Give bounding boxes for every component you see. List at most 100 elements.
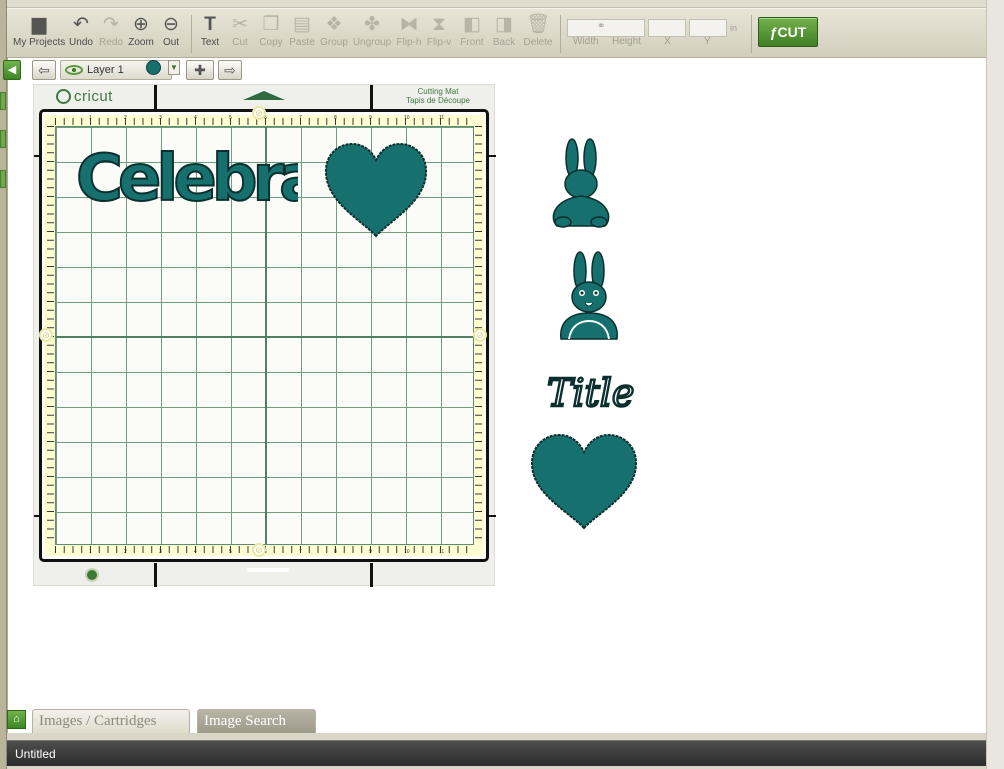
next-mat-button[interactable]: ⇨	[218, 60, 242, 80]
cut-tool-button[interactable]: ✂ Cut	[227, 13, 253, 55]
mat-handle-bottom[interactable]: ⊘	[252, 543, 266, 557]
layer-dropdown-button[interactable]: ▼	[168, 60, 180, 75]
flip-horizontal-button[interactable]: ⧓ Flip-h	[395, 13, 423, 55]
mat-handle-top[interactable]: ⊘	[252, 106, 266, 120]
mat-slot	[247, 568, 289, 572]
send-back-icon: ◨	[495, 14, 513, 35]
arrow-left-icon: ⇦	[38, 62, 50, 78]
layer-bar: ◀ ⇦ Layer 1 ▼ ✚ ⇨	[3, 58, 258, 82]
group-button[interactable]: ❖ Group	[319, 13, 349, 55]
svg-text:Title: Title	[547, 371, 634, 415]
project-title: Untitled	[15, 747, 56, 761]
knife-icon: ƒ	[769, 24, 778, 40]
x-label: X	[664, 36, 671, 47]
paste-icon: ▤	[293, 14, 311, 35]
bring-front-icon: ◧	[463, 14, 481, 35]
zoom-in-button[interactable]: ⊕ Zoom	[127, 13, 155, 55]
ruler-number: 11	[439, 115, 445, 121]
cut-button[interactable]: ƒCUT	[758, 17, 818, 47]
add-layer-button[interactable]: ✚	[186, 60, 214, 80]
grid-center-line	[56, 336, 473, 338]
width-height-field[interactable]	[567, 19, 645, 37]
collapse-panel-button[interactable]: ◀	[3, 60, 21, 80]
side-tab-2[interactable]	[0, 130, 6, 148]
side-tab-3[interactable]	[0, 170, 6, 188]
my-projects-button[interactable]: ▆ My Projects	[13, 13, 65, 55]
zoom-in-icon: ⊕	[133, 14, 149, 35]
redo-button[interactable]: ↷ Redo	[97, 13, 125, 55]
folder-icon: ▆	[31, 14, 47, 35]
mat-direction-arrow-icon	[243, 91, 285, 100]
ruler-number: 3	[159, 115, 162, 121]
main-toolbar: ▆ My Projects ↶ Undo ↷ Redo ⊕ Zoom ⊖ Out…	[7, 8, 986, 58]
toolbar-divider	[560, 15, 561, 53]
bring-front-button[interactable]: ◧ Front	[457, 13, 487, 55]
right-scrollbar[interactable]	[986, 0, 1004, 769]
window-top-edge	[7, 0, 986, 8]
scalloped-heart-shape[interactable]	[529, 432, 639, 532]
title-text-shape[interactable]: Title	[545, 366, 637, 416]
home-button[interactable]: ⌂	[7, 710, 26, 729]
bunny-back-shape[interactable]	[545, 138, 617, 230]
undo-icon: ↶	[73, 14, 89, 35]
copy-icon: ❐	[262, 14, 280, 35]
ruler-number: 2	[124, 549, 127, 555]
tab-images-cartridges[interactable]: Images / Cartridges	[32, 709, 190, 733]
delete-button[interactable]: 🗑 Delete	[523, 13, 553, 55]
bottom-tab-bar: ⌂ Images / Cartridges Image Search	[7, 707, 986, 733]
bunny-front-shape[interactable]	[555, 251, 627, 343]
width-label: Width	[573, 36, 599, 47]
celebrate-text-shape[interactable]: Celebrate	[74, 134, 298, 210]
unit-label: in	[730, 23, 738, 33]
mat-edge-mark	[488, 155, 496, 157]
side-tab-1[interactable]	[0, 92, 6, 110]
zoom-out-icon: ⊖	[163, 14, 179, 35]
layer-color-swatch[interactable]	[146, 60, 161, 75]
mat-title: Cutting Mat Tapis de Découpe	[405, 87, 470, 105]
previous-mat-button[interactable]: ⇦	[32, 60, 56, 80]
text-button[interactable]: T Text	[197, 13, 223, 55]
send-back-button[interactable]: ◨ Back	[489, 13, 519, 55]
x-position-field[interactable]	[648, 19, 686, 37]
flip-horizontal-icon: ⧓	[399, 14, 419, 35]
ungroup-icon: ✤	[364, 14, 380, 35]
flip-vertical-button[interactable]: ⧗ Flip-v	[425, 13, 453, 55]
ruler-number: 4	[194, 549, 197, 555]
ruler-number: 8	[334, 115, 337, 121]
home-icon: ⌂	[13, 713, 20, 725]
eye-icon[interactable]	[65, 65, 83, 75]
paste-button[interactable]: ▤ Paste	[288, 13, 316, 55]
svg-text:Celebrate: Celebrate	[76, 142, 298, 210]
ruler-number: 3	[159, 549, 162, 555]
text-icon: T	[204, 14, 216, 35]
lock-ratio-icon[interactable]: ⚭	[597, 21, 605, 32]
group-icon: ❖	[325, 14, 343, 35]
chevron-down-icon: ▼	[170, 63, 178, 72]
trash-icon: 🗑	[525, 14, 551, 35]
plus-icon: ✚	[194, 62, 206, 78]
toolbar-divider	[191, 15, 192, 53]
ruler-number: 9	[369, 115, 372, 121]
ungroup-button[interactable]: ✤ Ungroup	[352, 13, 392, 55]
mat-handle-left[interactable]: ⊘	[39, 328, 53, 342]
power-icon	[85, 568, 99, 582]
ruler-number: 7	[299, 549, 302, 555]
y-position-field[interactable]	[689, 19, 727, 37]
ruler-number: 11	[439, 549, 445, 555]
mat-divider	[154, 85, 157, 109]
design-canvas[interactable]: ◀ ⇦ Layer 1 ▼ ✚ ⇨ cricut Cutting Mat Tap…	[3, 58, 986, 733]
copy-button[interactable]: ❐ Copy	[257, 13, 285, 55]
ruler-number: 5	[229, 115, 232, 121]
scalloped-heart-on-mat[interactable]	[321, 140, 431, 240]
ruler-number: 8	[334, 549, 337, 555]
undo-button[interactable]: ↶ Undo	[67, 13, 95, 55]
ruler-number: 2	[124, 115, 127, 121]
zoom-out-button[interactable]: ⊖ Out	[157, 13, 185, 55]
tab-image-search[interactable]: Image Search	[197, 709, 316, 733]
mat-edge-mark	[34, 515, 42, 517]
mat-edge-mark	[34, 155, 42, 157]
left-side-panel	[0, 0, 7, 769]
ruler-number: 1	[89, 115, 92, 121]
ruler-number: 5	[229, 549, 232, 555]
mat-handle-right[interactable]: ⊘	[473, 328, 487, 342]
